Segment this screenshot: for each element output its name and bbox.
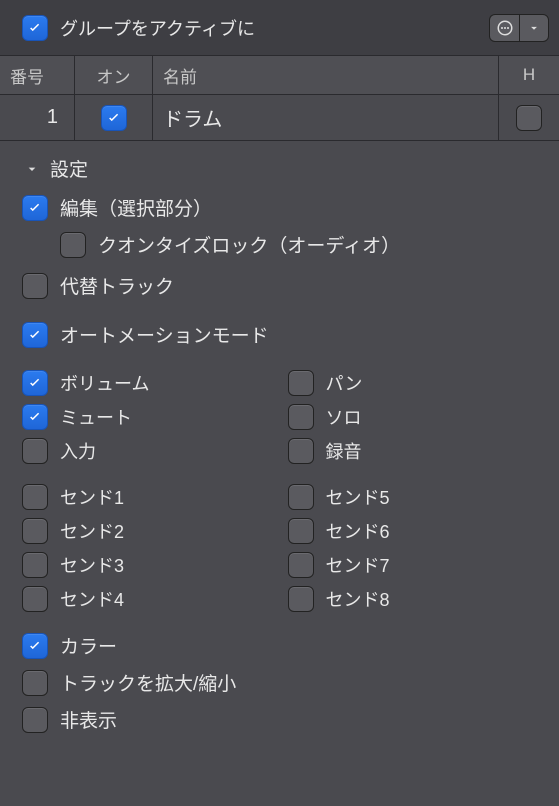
chevron-down-icon	[24, 161, 40, 177]
row-name[interactable]: ドラム	[153, 95, 499, 140]
send2-checkbox[interactable]	[22, 518, 48, 544]
pan-checkbox[interactable]	[288, 370, 314, 396]
activate-groups-checkbox[interactable]	[22, 15, 48, 41]
send5-checkbox[interactable]	[288, 484, 314, 510]
send2-label: センド2	[60, 518, 124, 544]
send3-label: センド3	[60, 552, 124, 578]
chevron-down-icon	[519, 14, 549, 42]
settings-title: 設定	[50, 155, 88, 182]
send3-checkbox[interactable]	[22, 552, 48, 578]
send4-label: センド4	[60, 586, 124, 612]
edit-selection-checkbox[interactable]	[22, 195, 48, 221]
table-row[interactable]: 1 ドラム	[0, 95, 559, 141]
settings-panel: 設定 編集（選択部分） クオンタイズロック（オーディオ） 代替トラック オートメ…	[0, 141, 559, 763]
settings-disclosure[interactable]: 設定	[22, 151, 537, 194]
col-h[interactable]: H	[499, 56, 559, 94]
pan-label: パン	[326, 370, 363, 396]
send4-checkbox[interactable]	[22, 586, 48, 612]
row-number: 1	[0, 95, 75, 140]
row-h-checkbox[interactable]	[516, 105, 542, 131]
send5-label: センド5	[326, 484, 390, 510]
solo-label: ソロ	[326, 404, 362, 430]
hide-label: 非表示	[60, 706, 117, 733]
hide-checkbox[interactable]	[22, 707, 48, 733]
send7-checkbox[interactable]	[288, 552, 314, 578]
automation-mode-label: オートメーションモード	[60, 321, 269, 348]
col-name[interactable]: 名前	[153, 56, 499, 94]
row-h-cell	[499, 95, 559, 140]
send8-label: センド8	[326, 586, 390, 612]
check-icon	[26, 199, 44, 217]
send6-label: センド6	[326, 518, 390, 544]
color-checkbox[interactable]	[22, 633, 48, 659]
send1-checkbox[interactable]	[22, 484, 48, 510]
options-menu[interactable]	[489, 14, 549, 42]
record-label: 録音	[326, 438, 362, 464]
edit-selection-label: 編集（選択部分）	[60, 194, 212, 221]
col-on[interactable]: オン	[75, 56, 153, 94]
input-label: 入力	[60, 438, 96, 464]
check-icon	[26, 637, 44, 655]
volume-checkbox[interactable]	[22, 370, 48, 396]
send7-label: センド7	[326, 552, 390, 578]
mute-label: ミュート	[60, 404, 132, 430]
mute-checkbox[interactable]	[22, 404, 48, 430]
more-icon	[489, 14, 519, 42]
record-checkbox[interactable]	[288, 438, 314, 464]
row-on-cell	[75, 95, 153, 140]
topbar: グループをアクティブに	[0, 0, 559, 55]
solo-checkbox[interactable]	[288, 404, 314, 430]
zoom-checkbox[interactable]	[22, 670, 48, 696]
col-number[interactable]: 番号	[0, 56, 75, 94]
alt-track-label: 代替トラック	[60, 272, 174, 299]
send6-checkbox[interactable]	[288, 518, 314, 544]
zoom-label: トラックを拡大/縮小	[60, 669, 236, 696]
check-icon	[105, 109, 123, 127]
activate-groups-label: グループをアクティブに	[60, 15, 255, 41]
send8-checkbox[interactable]	[288, 586, 314, 612]
quantize-lock-checkbox[interactable]	[60, 232, 86, 258]
input-checkbox[interactable]	[22, 438, 48, 464]
check-icon	[26, 19, 44, 37]
color-label: カラー	[60, 632, 117, 659]
alt-track-checkbox[interactable]	[22, 273, 48, 299]
check-icon	[26, 374, 44, 392]
send1-label: センド1	[60, 484, 124, 510]
volume-label: ボリューム	[60, 370, 149, 396]
table-header: 番号 オン 名前 H	[0, 55, 559, 95]
quantize-lock-label: クオンタイズロック（オーディオ）	[98, 231, 400, 258]
check-icon	[26, 408, 44, 426]
row-on-checkbox[interactable]	[101, 105, 127, 131]
automation-mode-checkbox[interactable]	[22, 322, 48, 348]
check-icon	[26, 326, 44, 344]
